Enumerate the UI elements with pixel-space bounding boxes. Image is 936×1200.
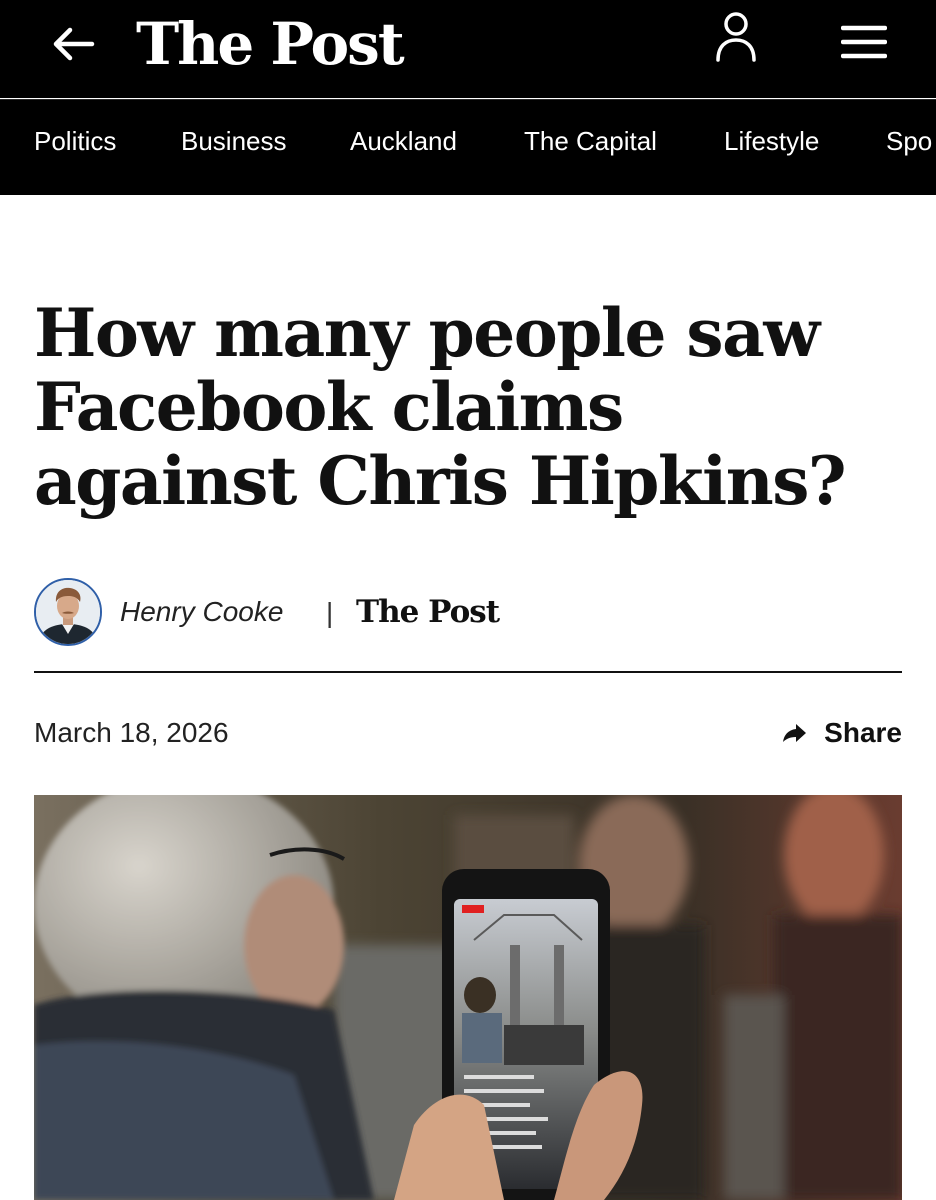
publication-name: The Post [356,594,500,630]
hamburger-menu-icon [841,25,887,59]
site-logo[interactable]: The Post [136,8,405,80]
account-button[interactable] [708,8,764,64]
avatar[interactable] [34,578,102,646]
share-button[interactable]: Share [772,714,902,752]
nav-item-politics[interactable]: Politics [34,126,116,156]
byline-divider [34,671,902,673]
nav-item-the-capital[interactable]: The Capital [524,126,657,156]
author-name[interactable]: Henry Cooke [120,596,283,628]
nav-item-business[interactable]: Business [181,126,287,156]
menu-button[interactable] [836,16,892,68]
top-header: The Post [0,0,936,98]
byline-separator: | [326,597,334,628]
hero-photo [34,795,902,1200]
author-photo [36,580,100,644]
nav-item-lifestyle[interactable]: Lifestyle [724,126,819,156]
share-label: Share [824,717,902,748]
back-button[interactable] [44,20,100,68]
article-headline: How many people saw Facebook claims agai… [34,294,847,520]
publish-date: March 18, 2026 [34,717,229,748]
nav-item-auckland[interactable]: Auckland [350,126,457,156]
arrow-left-icon [53,27,95,61]
nav-item-sport[interactable]: Spo [886,126,932,156]
section-nav: Politics Business Auckland The Capital L… [0,99,936,195]
hero-image[interactable] [34,795,902,1200]
share-arrow-icon [783,724,807,742]
user-icon [716,12,756,62]
